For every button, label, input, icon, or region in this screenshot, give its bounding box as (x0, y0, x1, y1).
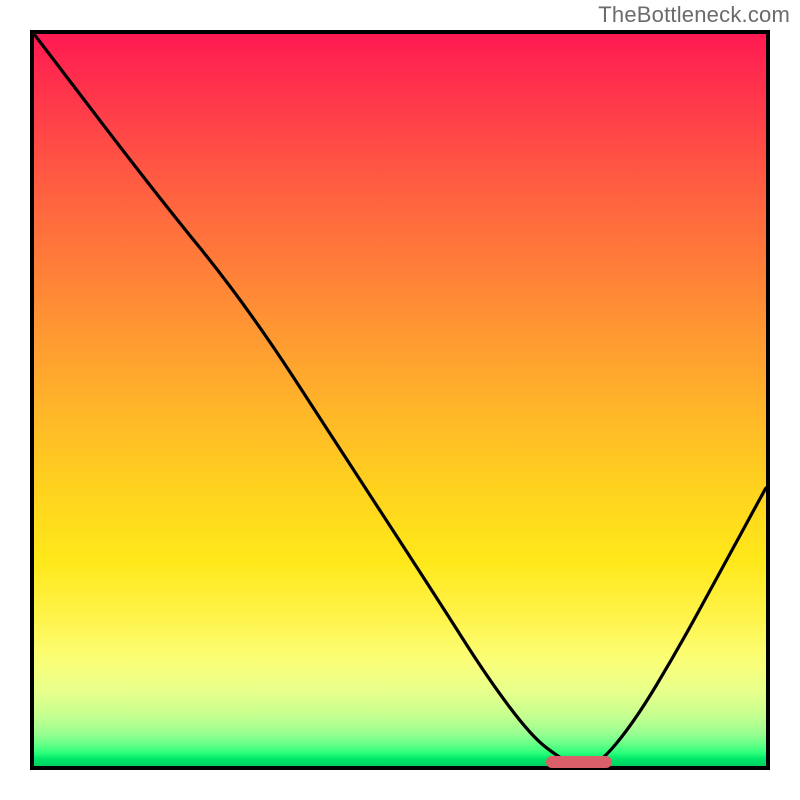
bottleneck-curve-path (34, 34, 766, 766)
watermark-text: TheBottleneck.com (598, 2, 790, 28)
optimal-range-marker (546, 756, 612, 768)
chart-frame (30, 30, 770, 770)
curve-svg (34, 34, 766, 766)
